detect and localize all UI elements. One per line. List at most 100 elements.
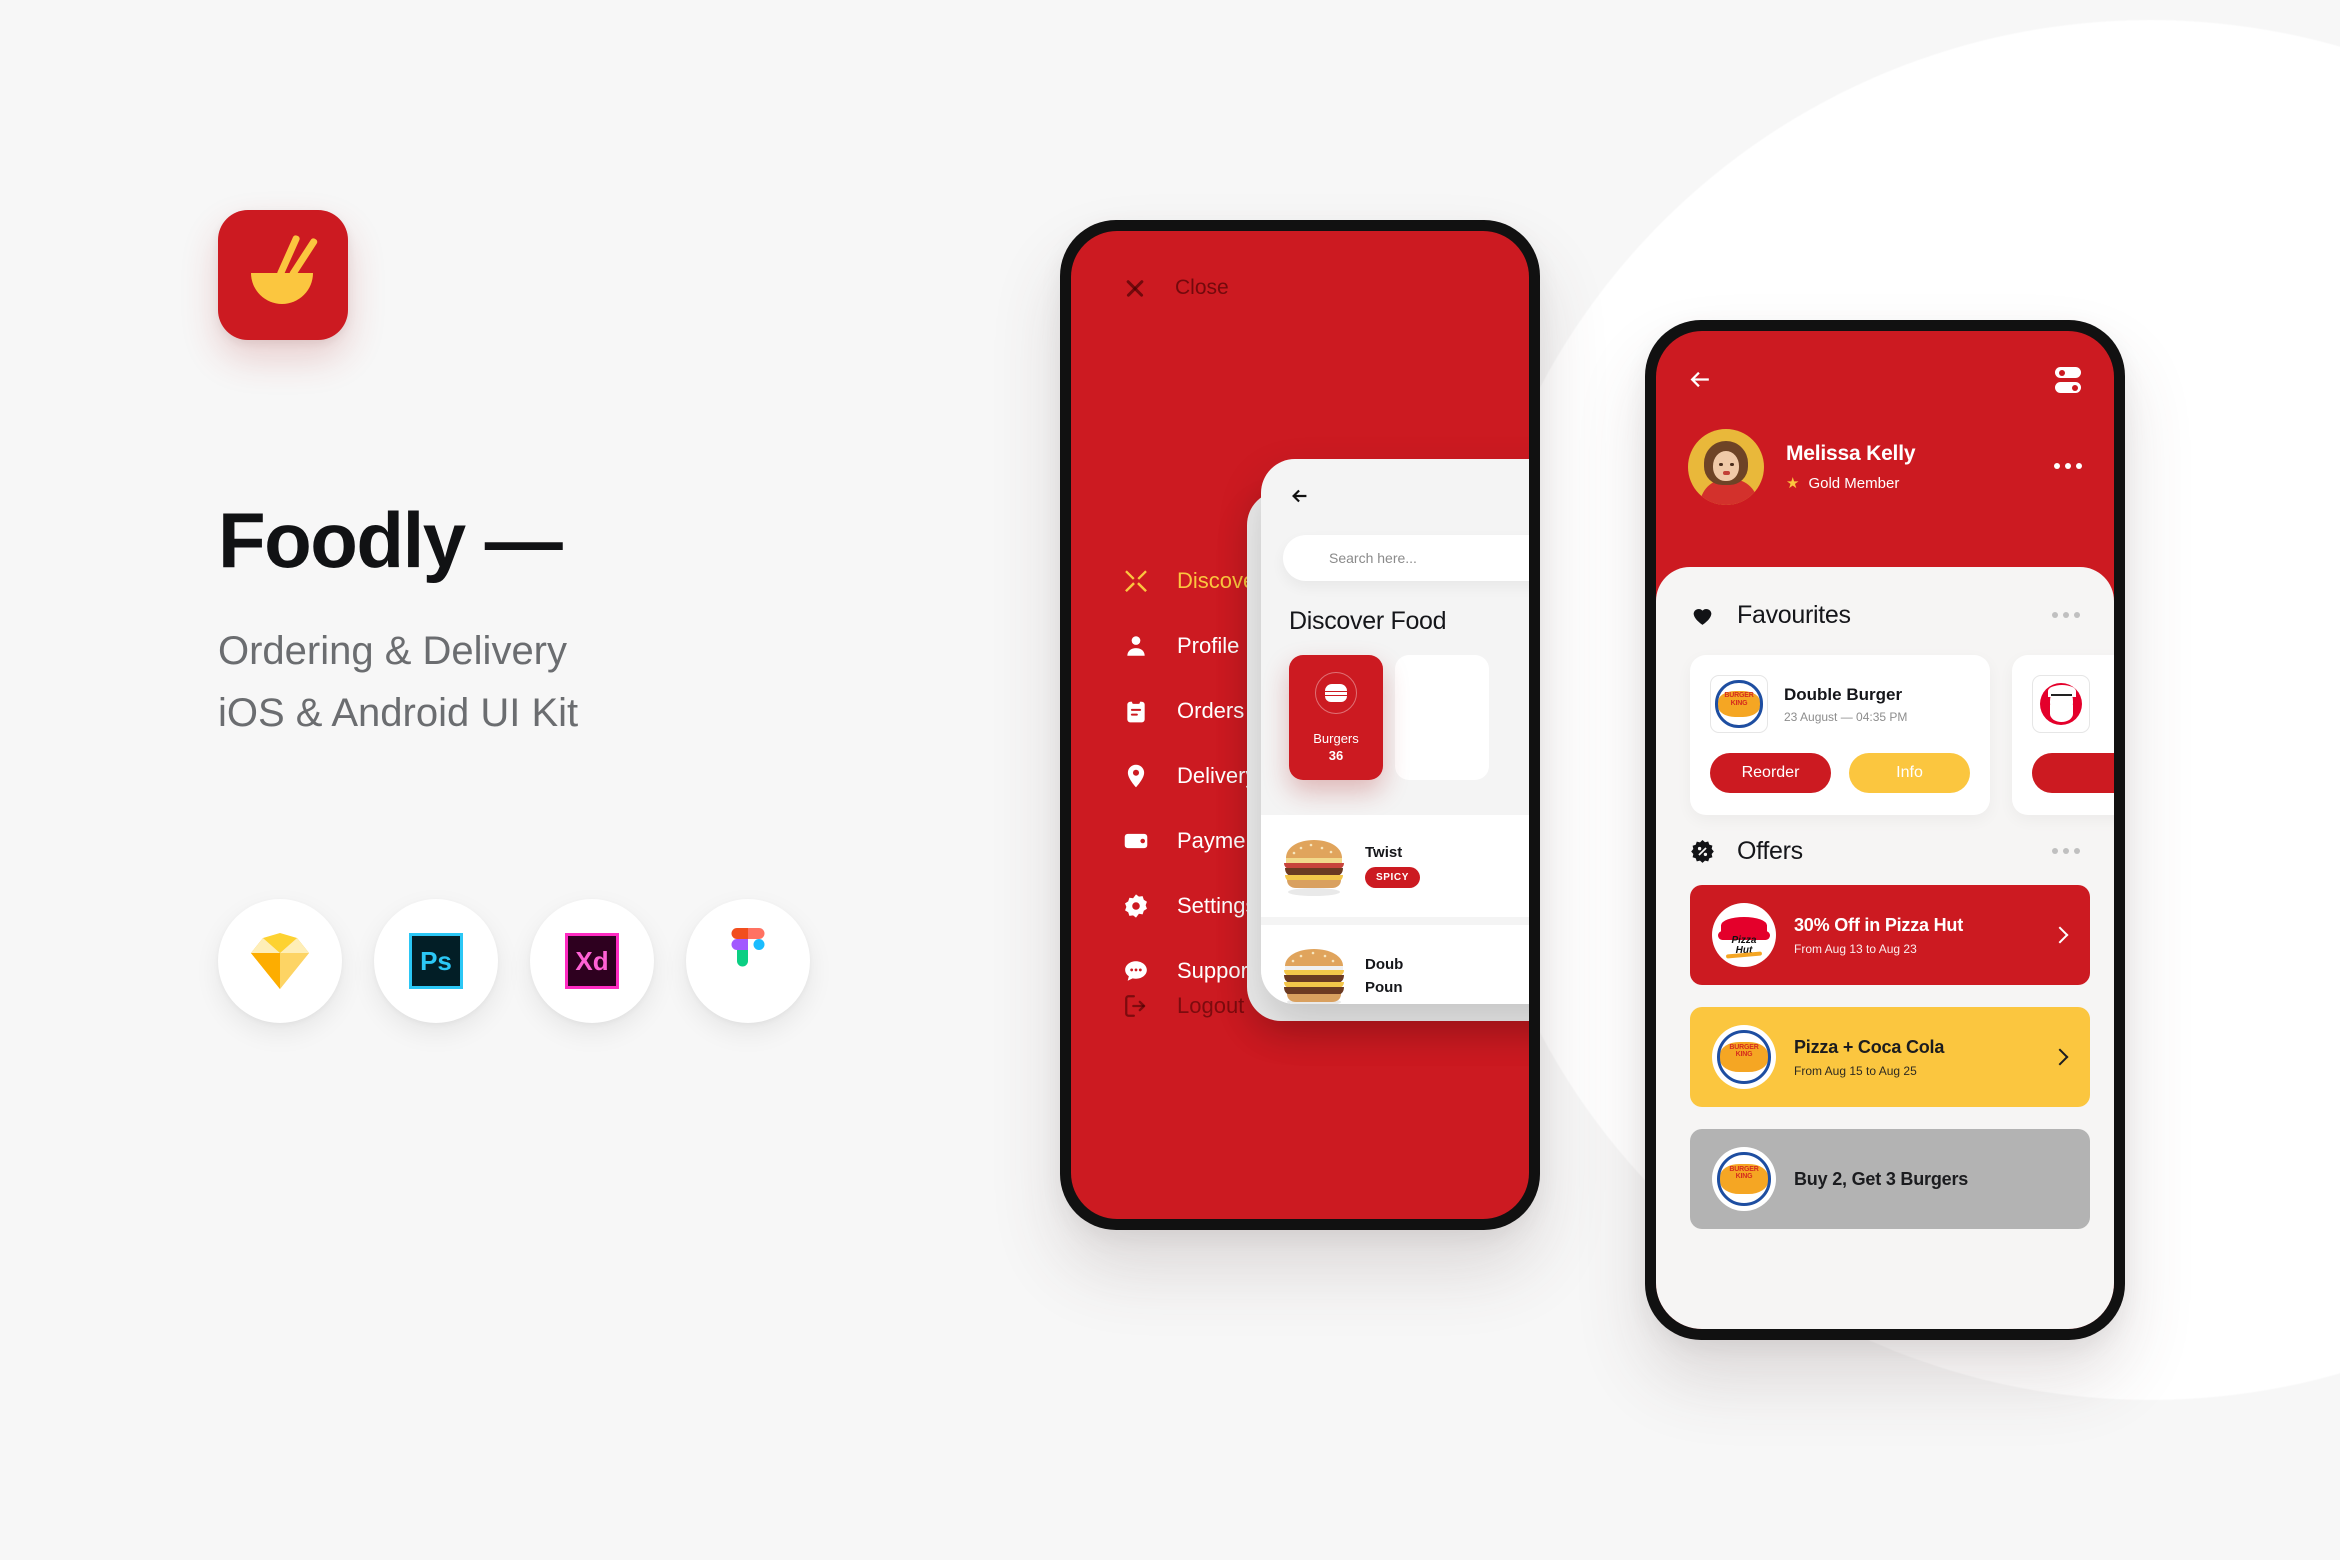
category-count: 36 bbox=[1328, 748, 1344, 764]
offer-title: Buy 2, Get 3 Burgers bbox=[1794, 1168, 1969, 1189]
profile-content-sheet: Favourites BURGER KING Double Burger 23 … bbox=[1656, 567, 2114, 1329]
burger-photo bbox=[1275, 834, 1353, 898]
status-badge: SPICY bbox=[1365, 867, 1421, 888]
star-icon: ★ bbox=[1786, 475, 1800, 492]
list-item[interactable]: Doub Poun bbox=[1261, 925, 1529, 1004]
discover-panel: Search here... Discover Food Burgers 36 bbox=[1261, 459, 1529, 1004]
sidebar-label: Settings bbox=[1177, 893, 1257, 918]
food-name-line-2: Poun bbox=[1365, 979, 1403, 996]
app-icon bbox=[218, 210, 348, 340]
chevron-right-icon bbox=[2051, 926, 2069, 944]
burger-icon bbox=[1315, 671, 1357, 714]
favourites-card-list: BURGER KING Double Burger 23 August — 04:… bbox=[1690, 655, 2114, 815]
sidebar-label: Orders bbox=[1177, 698, 1245, 723]
offers-overflow-menu[interactable] bbox=[2052, 848, 2080, 854]
subtitle-line-1: Ordering & Delivery bbox=[218, 629, 568, 673]
discount-badge-icon bbox=[1690, 839, 1715, 864]
offer-card[interactable]: BURGER KING Pizza + Coca Cola From Aug 15… bbox=[1690, 1007, 2090, 1107]
phone-mockup-drawer: Close Discover Profile Orders Delivery P… bbox=[1060, 220, 1540, 1230]
section-title: Offers bbox=[1737, 836, 1803, 865]
sidebar-item-support[interactable]: Support bbox=[1123, 951, 1264, 991]
info-button[interactable]: Info bbox=[1849, 753, 1970, 793]
reorder-button[interactable] bbox=[2032, 753, 2114, 793]
location-pin-icon bbox=[1123, 763, 1149, 789]
drawer-screen: Close Discover Profile Orders Delivery P… bbox=[1071, 231, 1529, 1219]
sidebar-item-delivery[interactable]: Delivery bbox=[1123, 756, 1264, 796]
offers-section-header: Offers bbox=[1656, 829, 2114, 873]
wallet-icon bbox=[1123, 828, 1149, 854]
close-drawer-button[interactable]: Close bbox=[1124, 276, 1229, 300]
settings-toggles-icon[interactable] bbox=[2055, 367, 2082, 393]
chevron-right-icon bbox=[2051, 1048, 2069, 1066]
profile-screen: Melissa Kelly ★ Gold Member Favourites B… bbox=[1656, 331, 2114, 1329]
membership-label: Gold Member bbox=[1808, 474, 1900, 492]
favourites-overflow-menu[interactable] bbox=[2052, 612, 2080, 618]
favourite-card[interactable] bbox=[2012, 655, 2114, 815]
tool-badge-xd[interactable]: Xd bbox=[530, 899, 654, 1023]
category-card-burgers[interactable]: Burgers 36 bbox=[1289, 655, 1383, 780]
offer-title: Pizza + Coca Cola bbox=[1794, 1036, 1945, 1057]
food-name-line-1: Doub bbox=[1365, 956, 1404, 973]
favourites-section-header: Favourites bbox=[1656, 593, 2114, 637]
section-title: Favourites bbox=[1737, 600, 1851, 629]
back-arrow-icon[interactable] bbox=[1688, 367, 1713, 392]
tool-badge-figma[interactable] bbox=[686, 899, 810, 1023]
sidebar-item-profile[interactable]: Profile bbox=[1123, 626, 1264, 666]
drawer-nav: Discover Profile Orders Delivery Payment… bbox=[1123, 561, 1264, 1016]
photoshop-icon: Ps bbox=[409, 933, 463, 989]
clipboard-icon bbox=[1123, 698, 1149, 724]
discover-heading: Discover Food bbox=[1289, 607, 1447, 635]
reorder-button[interactable]: Reorder bbox=[1710, 753, 1831, 793]
tool-badge-sketch[interactable] bbox=[218, 899, 342, 1023]
close-icon bbox=[1124, 277, 1146, 299]
figma-icon bbox=[731, 928, 765, 967]
offer-card[interactable]: Pizza Hut 30% Off in Pizza Hut From Aug 1… bbox=[1690, 885, 2090, 985]
chat-bubble-icon bbox=[1123, 958, 1149, 984]
tool-badge-photoshop[interactable]: Ps bbox=[374, 899, 498, 1023]
phone-mockup-profile: Melissa Kelly ★ Gold Member Favourites B… bbox=[1645, 320, 2125, 1340]
heart-icon bbox=[1690, 603, 1715, 628]
close-label: Close bbox=[1175, 276, 1229, 299]
page-title: Foodly — bbox=[218, 496, 563, 584]
list-item[interactable]: Twist SPICY bbox=[1261, 815, 1529, 917]
burger-king-logo: BURGER KING bbox=[1712, 1147, 1776, 1211]
kfc-logo bbox=[2032, 675, 2090, 733]
membership-badge: ★ Gold Member bbox=[1786, 474, 1915, 493]
sidebar-item-orders[interactable]: Orders bbox=[1123, 691, 1264, 731]
search-input[interactable]: Search here... bbox=[1283, 535, 1529, 581]
logout-label: Logout bbox=[1177, 993, 1245, 1018]
intro-column: Foodly — Ordering & Delivery iOS & Andro… bbox=[218, 210, 938, 1023]
category-card-next[interactable] bbox=[1395, 655, 1489, 780]
offers-list: Pizza Hut 30% Off in Pizza Hut From Aug 1… bbox=[1690, 885, 2090, 1229]
favourite-card[interactable]: BURGER KING Double Burger 23 August — 04:… bbox=[1690, 655, 1990, 815]
category-name: Burgers bbox=[1313, 730, 1359, 746]
sidebar-label: Support bbox=[1177, 958, 1255, 983]
back-arrow-icon[interactable] bbox=[1289, 485, 1311, 507]
logout-button[interactable]: Logout bbox=[1123, 993, 1244, 1019]
sketch-icon bbox=[251, 933, 309, 989]
sidebar-label: Profile bbox=[1177, 633, 1240, 658]
offer-dates: From Aug 13 to Aug 23 bbox=[1794, 941, 1917, 956]
offer-title: 30% Off in Pizza Hut bbox=[1794, 914, 1964, 935]
pizza-hut-logo: Pizza Hut bbox=[1712, 903, 1776, 967]
cutlery-icon bbox=[1123, 568, 1149, 594]
adobe-xd-icon: Xd bbox=[565, 933, 619, 989]
favourite-title: Double Burger bbox=[1784, 684, 1903, 704]
sidebar-item-settings[interactable]: Settings bbox=[1123, 886, 1264, 926]
person-icon bbox=[1123, 633, 1149, 659]
avatar bbox=[1688, 429, 1764, 505]
subtitle-line-2: iOS & Android UI Kit bbox=[218, 691, 579, 735]
logout-icon bbox=[1123, 993, 1149, 1019]
gear-icon bbox=[1123, 893, 1149, 919]
sidebar-label: Delivery bbox=[1177, 763, 1257, 788]
page-subtitle: Ordering & Delivery iOS & Android UI Kit bbox=[218, 627, 938, 737]
burger-king-logo: BURGER KING bbox=[1712, 1025, 1776, 1089]
favourite-timestamp: 23 August — 04:35 PM bbox=[1784, 709, 1908, 724]
profile-overflow-menu[interactable] bbox=[2054, 463, 2082, 469]
tool-badge-list: Ps Xd bbox=[218, 899, 938, 1023]
sidebar-item-discover[interactable]: Discover bbox=[1123, 561, 1264, 601]
profile-user-block: Melissa Kelly ★ Gold Member bbox=[1688, 429, 1916, 505]
noodle-bowl-icon bbox=[245, 234, 321, 310]
offer-card[interactable]: BURGER KING Buy 2, Get 3 Burgers bbox=[1690, 1129, 2090, 1229]
sidebar-item-payment[interactable]: Payment bbox=[1123, 821, 1264, 861]
